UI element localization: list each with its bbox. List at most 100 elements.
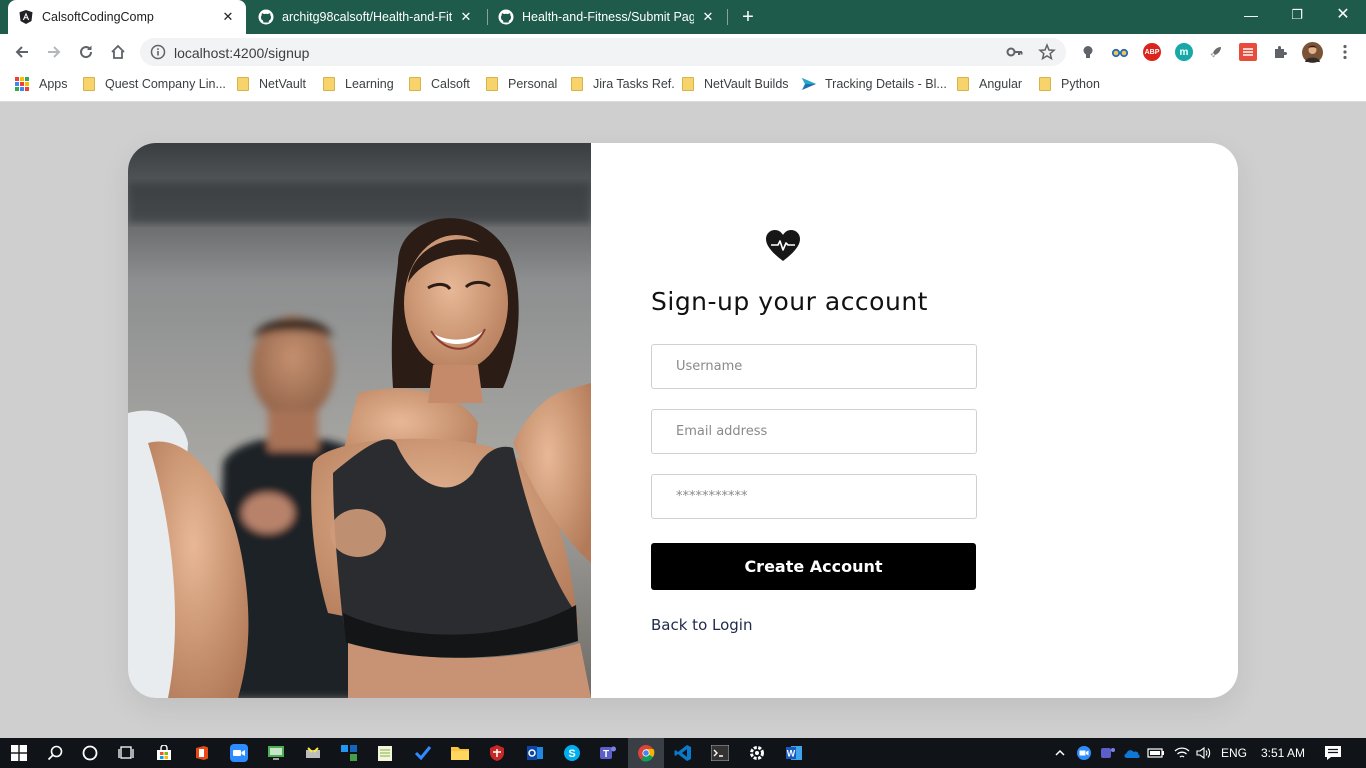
search-icon[interactable] <box>45 743 65 763</box>
bookmark-label: NetVault Builds <box>704 77 789 91</box>
address-bar[interactable]: localhost:4200/signup <box>140 38 1066 66</box>
outlook-icon[interactable] <box>525 743 545 763</box>
bookmark-label: Learning <box>345 77 394 91</box>
folder-icon <box>682 77 694 91</box>
info-icon[interactable] <box>150 44 166 63</box>
notifications-icon[interactable] <box>1323 743 1343 763</box>
network-tool-icon[interactable] <box>303 743 323 763</box>
command-prompt-icon[interactable] <box>710 743 730 763</box>
close-tab-icon[interactable]: ✕ <box>458 9 474 25</box>
create-account-button[interactable]: Create Account <box>651 543 976 590</box>
username-input[interactable] <box>651 344 977 389</box>
bookmark-folder[interactable]: Jira Tasks Ref. <box>571 77 675 91</box>
email-input[interactable] <box>651 409 977 454</box>
close-tab-icon[interactable]: ✕ <box>700 9 716 25</box>
bookmark-label: Angular <box>979 77 1023 91</box>
home-icon <box>111 44 125 59</box>
glasses-extension-icon[interactable] <box>1111 43 1129 61</box>
chrome-icon[interactable] <box>636 743 656 763</box>
home-button[interactable] <box>106 40 130 64</box>
password-input[interactable] <box>651 474 977 519</box>
arrow-left-icon <box>15 46 28 58</box>
wifi-icon[interactable] <box>1172 743 1192 763</box>
back-to-login-link[interactable]: Back to Login <box>651 616 752 634</box>
task-view-icon[interactable] <box>116 743 136 763</box>
bookmark-folder[interactable]: Angular <box>957 77 1022 91</box>
chevron-up-icon[interactable] <box>1050 743 1070 763</box>
clock-time[interactable]: 3:51 AM <box>1261 746 1305 760</box>
close-tab-icon[interactable]: ✕ <box>220 9 236 25</box>
reload-icon <box>80 45 93 59</box>
bookmark-page[interactable]: Tracking Details - Bl... <box>801 77 947 91</box>
bookmark-folder[interactable]: Calsoft <box>409 77 470 91</box>
lightbulb-extension-icon[interactable] <box>1079 43 1097 61</box>
minimize-button[interactable]: — <box>1228 0 1274 34</box>
bookmark-label: NetVault <box>259 77 307 91</box>
profile-avatar[interactable] <box>1302 42 1323 63</box>
zoom-tray-icon[interactable] <box>1074 743 1094 763</box>
teams-icon[interactable]: T <box>598 743 618 763</box>
fitness-hero-image <box>128 143 591 698</box>
zoom-icon[interactable] <box>229 743 249 763</box>
folder-icon <box>571 77 583 91</box>
cortana-icon[interactable] <box>80 743 100 763</box>
settings-gear-icon[interactable] <box>747 743 767 763</box>
onedrive-icon[interactable] <box>1122 743 1142 763</box>
new-tab-button[interactable]: + <box>737 5 759 29</box>
bookmark-folder[interactable]: Learning <box>323 77 394 91</box>
tracking-arrow-icon <box>801 77 817 91</box>
vscode-icon[interactable] <box>673 743 693 763</box>
bookmark-label: Jira Tasks Ref. <box>593 77 675 91</box>
bookmark-star-icon[interactable] <box>1038 42 1056 64</box>
bookmark-label: Personal <box>508 77 558 91</box>
tab-title: CalsoftCodingComp <box>42 10 154 24</box>
office-icon[interactable] <box>192 743 212 763</box>
tab-github-submit-page[interactable]: Health-and-Fitness/Submit Page ✕ <box>488 0 726 34</box>
windows-start-icon[interactable] <box>9 743 29 763</box>
bookmark-folder[interactable]: Quest Company Lin... <box>83 77 226 91</box>
folder-icon <box>237 77 249 91</box>
m-extension-icon[interactable]: m <box>1175 43 1193 61</box>
folder-icon <box>486 77 498 91</box>
signup-card: Sign-up your account Create Account Back… <box>128 143 1238 698</box>
network-app-icon[interactable] <box>339 743 359 763</box>
bookmark-folder[interactable]: NetVault Builds <box>682 77 789 91</box>
reload-button[interactable] <box>74 40 98 64</box>
bookmark-folder[interactable]: Personal <box>486 77 557 91</box>
todo-check-icon[interactable] <box>413 743 433 763</box>
notepad-icon[interactable] <box>375 743 395 763</box>
skype-icon[interactable]: S <box>562 743 582 763</box>
bookmark-folder[interactable]: NetVault <box>237 77 306 91</box>
tab-title: architg98calsoft/Health-and-Fitness <box>282 10 452 24</box>
apps-grid-icon <box>15 77 29 91</box>
windows-taskbar: S T W ENG 3:51 AM <box>0 738 1366 768</box>
puzzle-extension-icon[interactable] <box>1271 43 1289 61</box>
stack-extension-icon[interactable] <box>1239 43 1257 61</box>
browser-toolbar: localhost:4200/signup <box>0 34 1366 70</box>
shield-app-icon[interactable] <box>487 743 507 763</box>
key-icon[interactable] <box>1006 44 1024 63</box>
bookmark-apps[interactable]: Apps <box>15 77 68 91</box>
bookmark-folder[interactable]: Python <box>1039 77 1100 91</box>
close-window-button[interactable]: ✕ <box>1320 0 1366 34</box>
word-icon[interactable]: W <box>784 743 804 763</box>
teams-tray-icon[interactable] <box>1098 743 1118 763</box>
tab-github-repo[interactable]: architg98calsoft/Health-and-Fitness ✕ <box>248 0 484 34</box>
back-button[interactable] <box>10 40 34 64</box>
page-title: Sign-up your account <box>651 287 928 316</box>
folder-icon <box>409 77 421 91</box>
volume-icon[interactable] <box>1194 743 1214 763</box>
file-explorer-icon[interactable] <box>450 743 470 763</box>
store-icon[interactable] <box>154 743 174 763</box>
tab-calsoft-coding-comp[interactable]: CalsoftCodingComp ✕ <box>8 0 246 34</box>
restore-button[interactable]: ❐ <box>1274 0 1320 34</box>
language-indicator[interactable]: ENG <box>1221 746 1247 760</box>
forward-button[interactable] <box>42 40 66 64</box>
remote-desktop-icon[interactable] <box>266 743 286 763</box>
rocket-extension-icon[interactable] <box>1207 43 1225 61</box>
tab-divider <box>727 9 728 25</box>
svg-text:S: S <box>568 748 575 760</box>
adblock-plus-icon[interactable]: ABP <box>1143 43 1161 61</box>
angular-icon <box>18 9 34 25</box>
browser-menu-icon[interactable] <box>1336 43 1354 61</box>
